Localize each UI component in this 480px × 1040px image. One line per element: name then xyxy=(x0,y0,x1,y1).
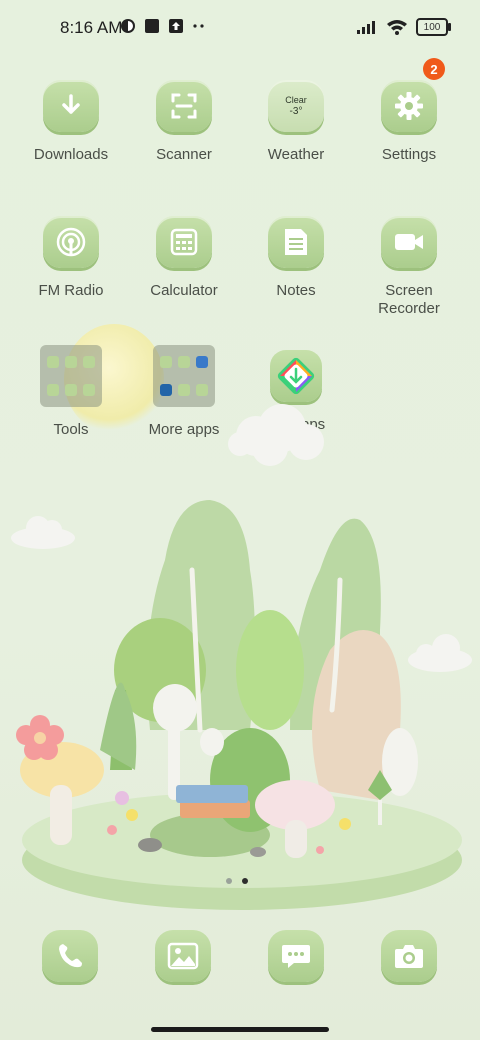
dock-gallery[interactable] xyxy=(155,930,211,982)
home-indicator[interactable] xyxy=(151,1027,329,1032)
dock-phone[interactable] xyxy=(42,930,98,982)
notification-badge: 2 xyxy=(423,58,445,80)
app-downloads[interactable]: Downloads xyxy=(15,80,127,164)
phone-icon xyxy=(59,944,82,968)
wifi-icon xyxy=(387,20,407,35)
fm-radio-tile[interactable] xyxy=(43,216,99,268)
app-notes[interactable]: Notes xyxy=(240,216,352,300)
clock: 8:16 AM xyxy=(60,18,123,37)
camera-icon xyxy=(395,945,423,968)
video-camera-icon xyxy=(395,234,423,250)
app-label: Scanner xyxy=(156,146,212,163)
app-weather[interactable]: Clear -3° Weather xyxy=(240,80,352,164)
notes-tile[interactable] xyxy=(268,216,324,268)
more-notifications-icon xyxy=(193,24,204,28)
notification-app-icon xyxy=(121,19,135,33)
app-label: Weather xyxy=(267,146,325,163)
notes-icon xyxy=(285,229,307,255)
app-label: Downloads xyxy=(33,146,109,163)
upload-notification-icon xyxy=(169,19,183,33)
app-label: FM Radio xyxy=(38,282,104,299)
app-fm-radio[interactable]: FM Radio xyxy=(15,216,127,300)
weather-temperature: -3° xyxy=(289,106,303,117)
weather-condition: Clear xyxy=(285,95,307,105)
app-screen-recorder[interactable]: Screen Recorder xyxy=(353,216,465,318)
app-label: Calculator xyxy=(150,282,218,299)
dock-messaging[interactable] xyxy=(268,930,324,982)
wallpaper-scenery xyxy=(16,500,462,910)
page-indicator[interactable] xyxy=(226,878,248,884)
download-icon xyxy=(62,94,80,114)
app-label: Notes xyxy=(276,282,316,299)
battery-indicator: 100 xyxy=(416,18,451,36)
app-label: Screen Recorder xyxy=(378,282,440,317)
signal-icon xyxy=(357,21,375,34)
gallery-icon xyxy=(167,942,199,970)
message-icon xyxy=(282,945,310,968)
page-dot[interactable] xyxy=(226,878,232,884)
scanner-tile[interactable] xyxy=(156,80,212,132)
gear-icon xyxy=(395,92,423,120)
downloads-tile[interactable] xyxy=(43,80,99,132)
notification-icons xyxy=(120,18,206,34)
app-label: Settings xyxy=(381,146,437,163)
screen-recorder-tile[interactable] xyxy=(381,216,437,268)
page-dot-active[interactable] xyxy=(242,878,248,884)
calculator-tile[interactable] xyxy=(156,216,212,268)
status-bar: 8:16 AM 100 xyxy=(0,0,480,56)
app-calculator[interactable]: Calculator xyxy=(128,216,240,300)
square-notification-icon xyxy=(145,19,159,33)
scan-icon xyxy=(171,93,197,119)
dock-camera[interactable] xyxy=(381,930,437,982)
settings-tile[interactable]: 2 xyxy=(381,58,445,132)
radio-icon xyxy=(56,227,86,257)
calculator-icon xyxy=(170,228,198,256)
weather-tile[interactable]: Clear -3° xyxy=(268,80,324,132)
app-settings[interactable]: 2 Settings xyxy=(353,58,465,164)
app-scanner[interactable]: Scanner xyxy=(128,80,240,164)
